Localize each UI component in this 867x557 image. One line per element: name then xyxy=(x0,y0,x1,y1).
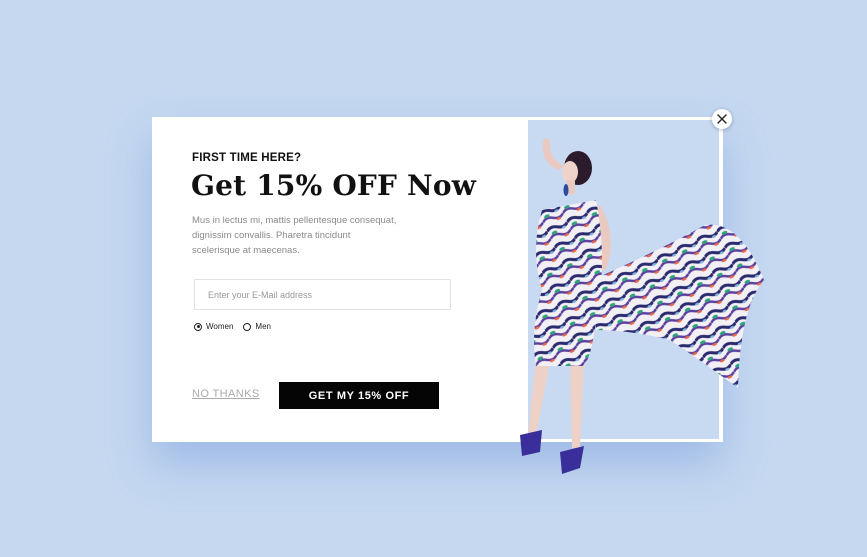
face-shape xyxy=(562,161,578,183)
dress-flowing-fabric xyxy=(592,224,764,388)
radio-men[interactable]: Men xyxy=(243,322,271,331)
left-shoe xyxy=(520,430,542,456)
email-input[interactable] xyxy=(194,279,451,310)
radio-men-label: Men xyxy=(255,322,271,331)
radio-women[interactable]: Women xyxy=(194,322,233,331)
popup-description: Mus in lectus mi, mattis pellentesque co… xyxy=(192,215,397,256)
radio-women-label: Women xyxy=(206,322,234,331)
close-icon xyxy=(717,114,727,124)
radio-men-dot[interactable] xyxy=(243,322,252,331)
raised-arm xyxy=(542,138,564,170)
radio-women-dot[interactable] xyxy=(194,322,202,331)
earring-shape xyxy=(563,184,569,196)
left-leg xyxy=(528,360,550,435)
dress-body xyxy=(534,200,602,366)
right-leg xyxy=(570,362,584,448)
popup-title: Get 15% OFF Now xyxy=(191,169,476,202)
gender-radio-group: Women Men xyxy=(194,322,271,331)
close-button[interactable] xyxy=(712,109,732,129)
no-thanks-link[interactable]: NO THANKS xyxy=(192,388,260,400)
right-shoe xyxy=(560,446,584,474)
get-discount-button[interactable]: GET MY 15% OFF xyxy=(279,382,439,409)
popup-eyebrow: FIRST TIME HERE? xyxy=(192,152,302,164)
fashion-model-image xyxy=(520,138,764,474)
